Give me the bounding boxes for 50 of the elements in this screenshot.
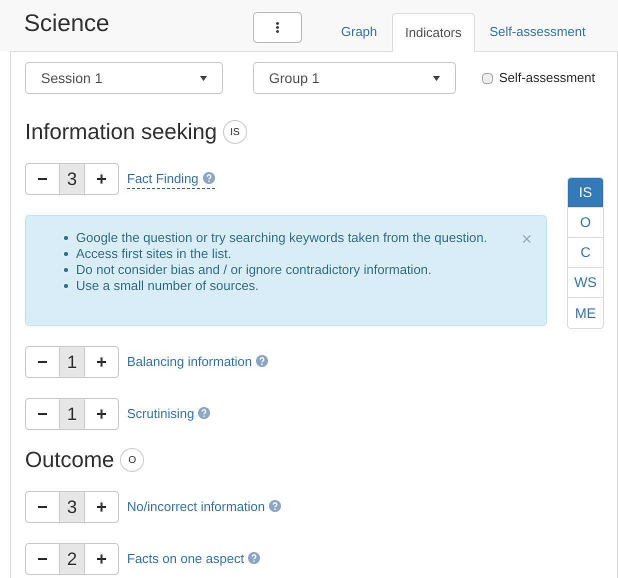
- caret-icon: [200, 76, 207, 80]
- help-icon: [198, 407, 210, 420]
- decrement-button[interactable]: −: [25, 163, 60, 195]
- tip-item: Access first sites in the list.: [76, 246, 232, 262]
- help-icon: [256, 355, 268, 368]
- session-select[interactable]: Session 1: [25, 62, 223, 94]
- indicator-link[interactable]: Fact Finding: [127, 168, 215, 190]
- stepper-value: 1: [60, 398, 84, 430]
- menu-button[interactable]: [253, 12, 302, 43]
- bullet-icon: [64, 252, 68, 256]
- tip-item: Google the question or try searching keywords taken from the question.: [76, 230, 488, 246]
- stepper-value: 1: [60, 346, 84, 378]
- tab[interactable]: Indicators: [392, 13, 475, 52]
- caret-icon: [433, 76, 440, 80]
- decrement-button[interactable]: −: [25, 346, 60, 378]
- group-select[interactable]: Group 1: [253, 62, 456, 94]
- increment-button[interactable]: +: [84, 491, 119, 523]
- section-nav-item[interactable]: IS: [568, 178, 603, 208]
- increment-button[interactable]: +: [84, 543, 119, 575]
- stepper-value: 3: [60, 491, 84, 523]
- stepper-value: 2: [60, 543, 84, 575]
- page-title: Science: [24, 12, 110, 36]
- increment-button[interactable]: +: [84, 398, 119, 430]
- help-icon: [269, 500, 281, 512]
- tab[interactable]: Graph: [329, 12, 390, 51]
- indicator-link[interactable]: Facts on one aspect: [127, 549, 260, 569]
- decrement-button[interactable]: −: [25, 543, 60, 575]
- indicator-link[interactable]: No/incorrect information: [127, 497, 281, 517]
- tip-item: Do not consider bias and / or ignore contradictory information.: [76, 262, 432, 278]
- increment-button[interactable]: +: [84, 346, 119, 378]
- more-icon: [276, 22, 279, 33]
- section-heading: Information seeking: [25, 119, 217, 145]
- bullet-icon: [64, 268, 68, 272]
- bullet-icon: [64, 236, 68, 240]
- decrement-button[interactable]: −: [25, 491, 60, 523]
- decrement-button[interactable]: −: [25, 398, 60, 430]
- bullet-icon: [64, 284, 68, 288]
- indicator-link[interactable]: Scrutinising: [127, 404, 210, 424]
- indicator-link[interactable]: Balancing information: [127, 352, 268, 372]
- section-badge: IS: [223, 120, 247, 144]
- self-assessment-checkbox[interactable]: [482, 72, 493, 84]
- help-icon: [248, 552, 260, 564]
- checkbox-label: Self-assessment: [499, 69, 596, 88]
- help-icon: [202, 172, 215, 184]
- tip-item: Use a small number of sources.: [76, 278, 259, 294]
- stepper-value: 3: [60, 163, 84, 195]
- tab[interactable]: Self-assessment: [478, 12, 598, 51]
- section-heading: Outcome: [25, 447, 114, 473]
- increment-button[interactable]: +: [84, 163, 119, 195]
- section-badge: O: [120, 448, 144, 472]
